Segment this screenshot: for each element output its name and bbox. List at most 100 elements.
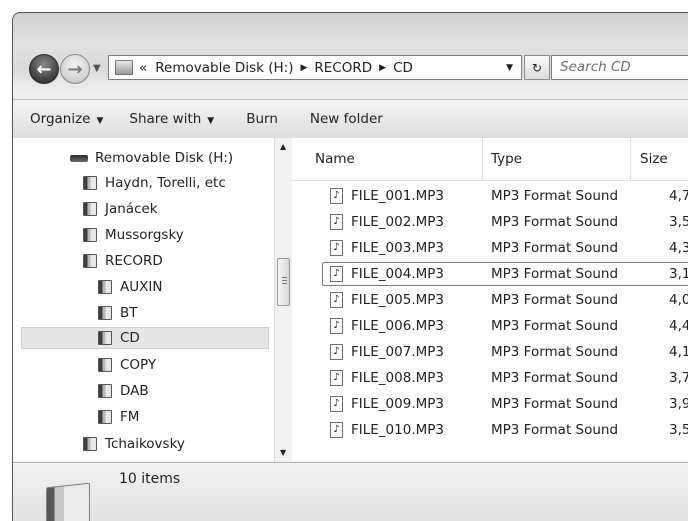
file-name: FILE_007.MP3 xyxy=(351,344,444,360)
drive-icon xyxy=(70,154,88,162)
file-size: 3,17 xyxy=(669,266,688,282)
tree-item-label: CD xyxy=(120,330,140,346)
file-name: FILE_010.MP3 xyxy=(351,422,444,438)
file-type: MP3 Format Sound xyxy=(491,370,619,386)
file-size: 3,50 xyxy=(669,214,688,230)
chevron-down-icon: ▼ xyxy=(207,116,215,126)
tree-item-label: BT xyxy=(120,305,138,321)
folder-icon xyxy=(98,358,112,372)
file-type: MP3 Format Sound xyxy=(491,422,619,438)
audio-file-icon: ♪ xyxy=(330,188,343,204)
breadcrumb-cd[interactable]: CD xyxy=(393,60,413,76)
forward-button[interactable]: → xyxy=(60,54,90,84)
tree-item-record[interactable]: RECORD xyxy=(83,250,163,272)
tree-item-tchaikovsky[interactable]: Tchaikovsky xyxy=(83,433,185,455)
tree-item-label: RECORD xyxy=(105,253,163,269)
breadcrumb-record[interactable]: RECORD xyxy=(314,60,372,76)
share-with-button[interactable]: Share with ▼ xyxy=(129,111,214,127)
tree-item-removable-disk[interactable]: Removable Disk (H:) xyxy=(70,147,233,169)
tree-item-fm[interactable]: FM xyxy=(98,406,139,428)
file-row[interactable]: ♪ FILE_005.MP3 MP3 Format Sound 4,03 xyxy=(292,288,688,312)
tree-item-auxin[interactable]: AUXIN xyxy=(98,276,162,298)
file-row[interactable]: ♪ FILE_009.MP3 MP3 Format Sound 3,92 xyxy=(292,392,688,416)
file-size: 3,74 xyxy=(669,370,688,386)
chevron-right-icon[interactable]: ▶ xyxy=(300,63,307,73)
file-row[interactable]: ♪ FILE_001.MP3 MP3 Format Sound 4,70 xyxy=(292,184,688,208)
file-list: Name Type Size ♪ FILE_001.MP3 MP3 Format S… xyxy=(292,138,688,461)
burn-button[interactable]: Burn xyxy=(246,111,278,127)
recent-pages-dropdown[interactable]: ▼ xyxy=(93,63,101,74)
file-type: MP3 Format Sound xyxy=(491,292,619,308)
audio-file-icon: ♪ xyxy=(330,240,343,256)
column-header-size[interactable]: Size xyxy=(640,151,668,167)
share-with-label: Share with xyxy=(129,111,202,127)
tree-item-label: Removable Disk (H:) xyxy=(95,150,234,166)
file-size: 4,13 xyxy=(669,344,688,360)
file-type: MP3 Format Sound xyxy=(491,240,619,256)
file-type: MP3 Format Sound xyxy=(491,266,619,282)
address-bar[interactable]: « Removable Disk (H:) ▶ RECORD ▶ CD ▼ xyxy=(108,55,522,80)
refresh-button[interactable]: ↻ xyxy=(524,55,550,80)
file-name: FILE_006.MP3 xyxy=(351,318,444,334)
file-row[interactable]: ♪ FILE_004.MP3 MP3 Format Sound 3,17 xyxy=(292,262,688,286)
address-overflow[interactable]: « xyxy=(139,60,147,76)
folder-icon xyxy=(83,176,97,190)
tree-item-janacek[interactable]: Janácek xyxy=(83,198,158,220)
file-row[interactable]: ♪ FILE_008.MP3 MP3 Format Sound 3,74 xyxy=(292,366,688,390)
file-row[interactable]: ♪ FILE_006.MP3 MP3 Format Sound 4,48 xyxy=(292,314,688,338)
tree-item-copy[interactable]: COPY xyxy=(98,354,156,376)
scroll-down-icon[interactable]: ▼ xyxy=(280,448,286,457)
file-row[interactable]: ♪ FILE_007.MP3 MP3 Format Sound 4,13 xyxy=(292,340,688,364)
column-header-type[interactable]: Type xyxy=(491,151,522,167)
grip-icon xyxy=(282,277,287,286)
scrollbar-thumb[interactable] xyxy=(277,258,290,306)
file-row[interactable]: ♪ FILE_002.MP3 MP3 Format Sound 3,50 xyxy=(292,210,688,234)
tree-item-label: FM xyxy=(120,409,140,425)
file-row[interactable]: ♪ FILE_003.MP3 MP3 Format Sound 4,37 xyxy=(292,236,688,260)
tree-item-haydn[interactable]: Haydn, Torelli, etc xyxy=(83,172,226,194)
scroll-up-icon[interactable]: ▲ xyxy=(280,142,286,151)
audio-file-icon: ♪ xyxy=(330,318,343,334)
organize-label: Organize xyxy=(30,111,91,127)
file-size: 4,37 xyxy=(669,240,688,256)
tree-item-label: COPY xyxy=(120,357,157,373)
navigation-scrollbar[interactable]: ▲ ▼ xyxy=(274,138,293,461)
column-divider[interactable] xyxy=(630,138,631,180)
tree-item-label: Tchaikovsky xyxy=(105,436,185,452)
item-count: 10 items xyxy=(119,471,181,487)
tree-item-mussorgsky[interactable]: Mussorgsky xyxy=(83,224,184,246)
file-row[interactable]: ♪ FILE_010.MP3 MP3 Format Sound 3,58 xyxy=(292,418,688,442)
details-pane: 10 items xyxy=(13,462,688,521)
tree-item-label: DAB xyxy=(120,383,149,399)
audio-file-icon: ♪ xyxy=(330,370,343,386)
tree-item-dab[interactable]: DAB xyxy=(98,380,149,402)
column-divider[interactable] xyxy=(482,138,483,180)
address-dropdown-icon[interactable]: ▼ xyxy=(506,63,513,73)
file-name: FILE_004.MP3 xyxy=(351,266,444,282)
arrow-right-icon: → xyxy=(67,58,83,80)
tree-item-label: Mussorgsky xyxy=(105,227,184,243)
file-size: 4,03 xyxy=(669,292,688,308)
explorer-window: ← → ▼ « Removable Disk (H:) ▶ RECORD ▶ C… xyxy=(12,12,688,521)
folder-icon xyxy=(98,306,112,320)
tree-item-bt[interactable]: BT xyxy=(98,302,138,324)
command-bar: Organize ▼ Share with ▼ Burn New folder xyxy=(13,99,688,139)
new-folder-button[interactable]: New folder xyxy=(310,111,383,127)
tree-item-cd[interactable]: CD xyxy=(21,327,269,349)
organize-button[interactable]: Organize ▼ xyxy=(30,111,103,127)
file-type: MP3 Format Sound xyxy=(491,214,619,230)
folder-icon xyxy=(83,254,97,268)
audio-file-icon: ♪ xyxy=(330,292,343,308)
folder-icon xyxy=(115,60,133,75)
chevron-right-icon[interactable]: ▶ xyxy=(379,63,386,73)
chevron-down-icon: ▼ xyxy=(96,116,104,126)
file-name: FILE_003.MP3 xyxy=(351,240,444,256)
column-header-name[interactable]: Name xyxy=(315,151,355,167)
breadcrumb-removable-disk[interactable]: Removable Disk (H:) xyxy=(155,60,293,76)
tree-item-label: AUXIN xyxy=(120,279,163,295)
search-input[interactable]: Search CD xyxy=(551,55,688,80)
folder-icon xyxy=(98,280,112,294)
back-button[interactable]: ← xyxy=(29,54,59,84)
column-headers: Name Type Size xyxy=(292,138,688,181)
folder-icon xyxy=(98,331,112,345)
